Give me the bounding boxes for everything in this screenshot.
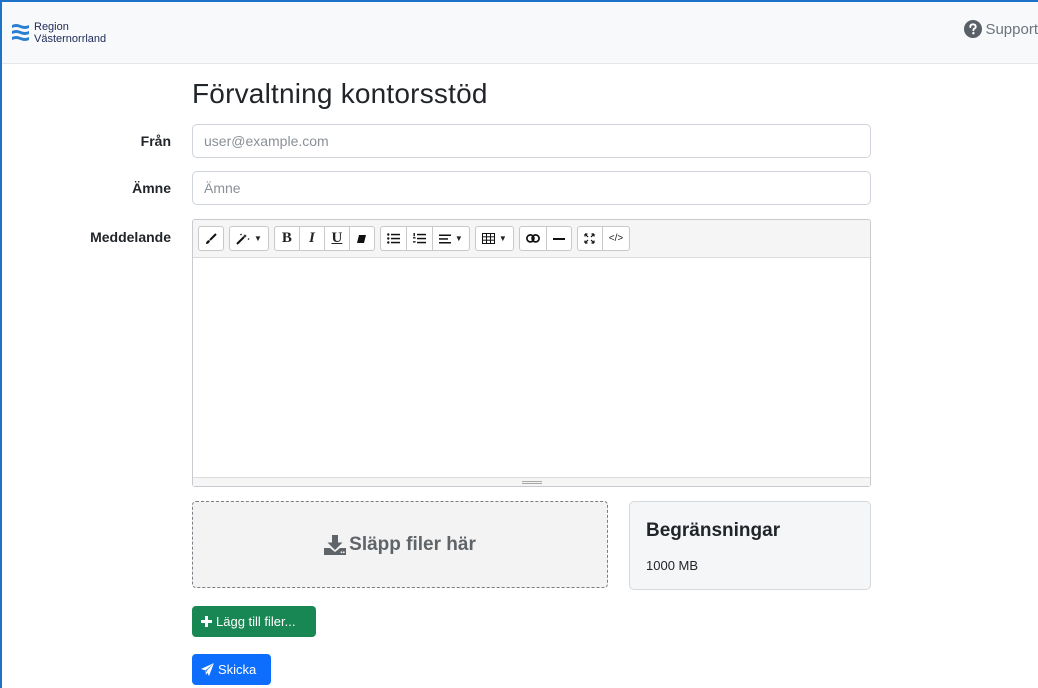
unordered-list-icon xyxy=(387,233,400,244)
italic-button[interactable]: I xyxy=(298,226,325,251)
add-files-label: Lägg till filer... xyxy=(216,614,296,629)
magic-wand-button[interactable]: ▼ xyxy=(229,226,269,251)
fullscreen-icon xyxy=(584,233,595,244)
limits-title: Begränsningar xyxy=(646,520,781,541)
from-label: Från xyxy=(140,133,171,149)
from-email-input[interactable] xyxy=(192,124,871,158)
dropzone-text: Släpp filer här xyxy=(324,534,476,556)
resize-grip-icon xyxy=(521,480,542,484)
magic-group: ▼ xyxy=(229,226,269,251)
download-icon xyxy=(324,534,347,555)
paper-plane-icon xyxy=(201,663,214,676)
eraser-button[interactable] xyxy=(348,226,375,251)
editor-resize-handle[interactable] xyxy=(193,477,870,486)
message-editor: ▼ B I U ▼ ▼ </> xyxy=(192,219,871,487)
horizontal-rule-icon xyxy=(552,237,565,240)
send-label: Skicka xyxy=(218,662,257,677)
message-label: Meddelande xyxy=(90,229,171,245)
ordered-list-icon xyxy=(412,233,426,244)
view-group: </> xyxy=(576,226,631,251)
subject-input[interactable] xyxy=(192,171,871,205)
ordered-list-button[interactable] xyxy=(405,226,433,251)
dropzone-label: Släpp filer här xyxy=(349,533,476,555)
brush-button[interactable] xyxy=(198,226,224,251)
region-logo[interactable]: Region Västernorrland xyxy=(12,19,106,47)
code-view-button[interactable]: </> xyxy=(601,226,631,251)
style-group xyxy=(198,226,224,251)
plus-icon xyxy=(201,616,212,627)
file-dropzone[interactable]: Släpp filer här xyxy=(192,501,608,588)
unordered-list-button[interactable] xyxy=(379,226,407,251)
question-circle-icon xyxy=(964,20,983,38)
logo-line-1: Region xyxy=(34,21,69,33)
top-navbar: Region Västernorrland Support xyxy=(2,2,1038,64)
dropdown-caret-icon: ▼ xyxy=(498,234,507,243)
logo-mark-icon xyxy=(12,24,29,41)
align-button[interactable]: ▼ xyxy=(431,226,470,251)
eraser-icon xyxy=(357,234,367,243)
table-icon xyxy=(481,233,495,244)
bold-button[interactable]: B xyxy=(273,226,300,251)
align-icon xyxy=(438,234,451,243)
underline-button[interactable]: U xyxy=(323,226,350,251)
support-link[interactable]: Support xyxy=(964,20,1038,38)
dropdown-caret-icon: ▼ xyxy=(254,234,262,243)
para-group: ▼ xyxy=(379,226,470,251)
send-button[interactable]: Skicka xyxy=(192,654,271,685)
dropdown-caret-icon: ▼ xyxy=(454,234,463,243)
support-label: Support xyxy=(985,20,1038,38)
font-group: B I U xyxy=(273,226,375,251)
magic-wand-icon xyxy=(236,233,250,245)
add-files-button[interactable]: Lägg till filer... xyxy=(192,606,316,637)
subject-label: Ämne xyxy=(132,180,171,196)
fullscreen-button[interactable] xyxy=(576,226,603,251)
logo-line-2: Västernorrland xyxy=(34,33,107,45)
page-title: Förvaltning kontorsstöd xyxy=(192,78,488,109)
table-group: ▼ xyxy=(474,226,514,251)
editor-toolbar: ▼ B I U ▼ ▼ </> xyxy=(193,220,870,258)
insert-group xyxy=(518,226,572,251)
link-button[interactable] xyxy=(518,226,547,251)
limits-value: 1000 MB xyxy=(646,558,699,573)
logo-text: Region Västernorrland xyxy=(34,21,106,45)
link-icon xyxy=(525,234,540,243)
message-content-area[interactable] xyxy=(193,258,870,477)
brush-icon xyxy=(206,232,217,244)
table-button[interactable]: ▼ xyxy=(474,226,514,251)
horizontal-rule-button[interactable] xyxy=(545,226,572,251)
limits-card: Begränsningar 1000 MB xyxy=(629,501,871,590)
